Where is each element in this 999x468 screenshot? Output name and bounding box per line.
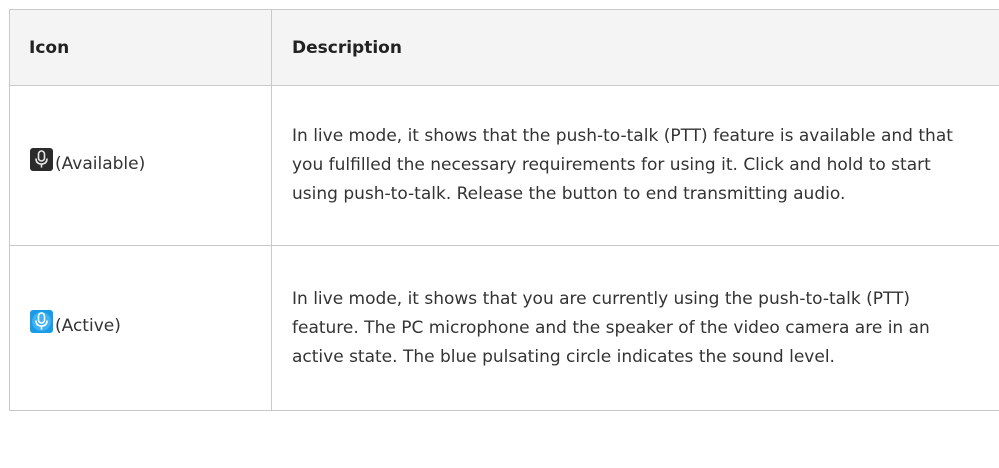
- icon-label: (Active): [55, 316, 121, 336]
- icon-cell: (Active): [9, 245, 272, 411]
- microphone-active-icon: [30, 310, 53, 333]
- microphone-available-icon: [30, 147, 53, 171]
- table-row: (Active) In live mode, it shows that you…: [9, 245, 999, 411]
- description-cell: In live mode, it shows that the push-to-…: [271, 85, 999, 246]
- icon-label: (Available): [55, 153, 146, 174]
- description-cell: In live mode, it shows that you are curr…: [271, 245, 999, 411]
- table-row: (Available) In live mode, it shows that …: [9, 85, 999, 246]
- icon-cell: (Available): [9, 85, 272, 246]
- header-description: Description: [271, 9, 999, 86]
- icon-description-table: Icon Description (Available) In live mod…: [9, 9, 999, 411]
- header-icon: Icon: [9, 9, 272, 86]
- table-header-row: Icon Description: [9, 9, 999, 86]
